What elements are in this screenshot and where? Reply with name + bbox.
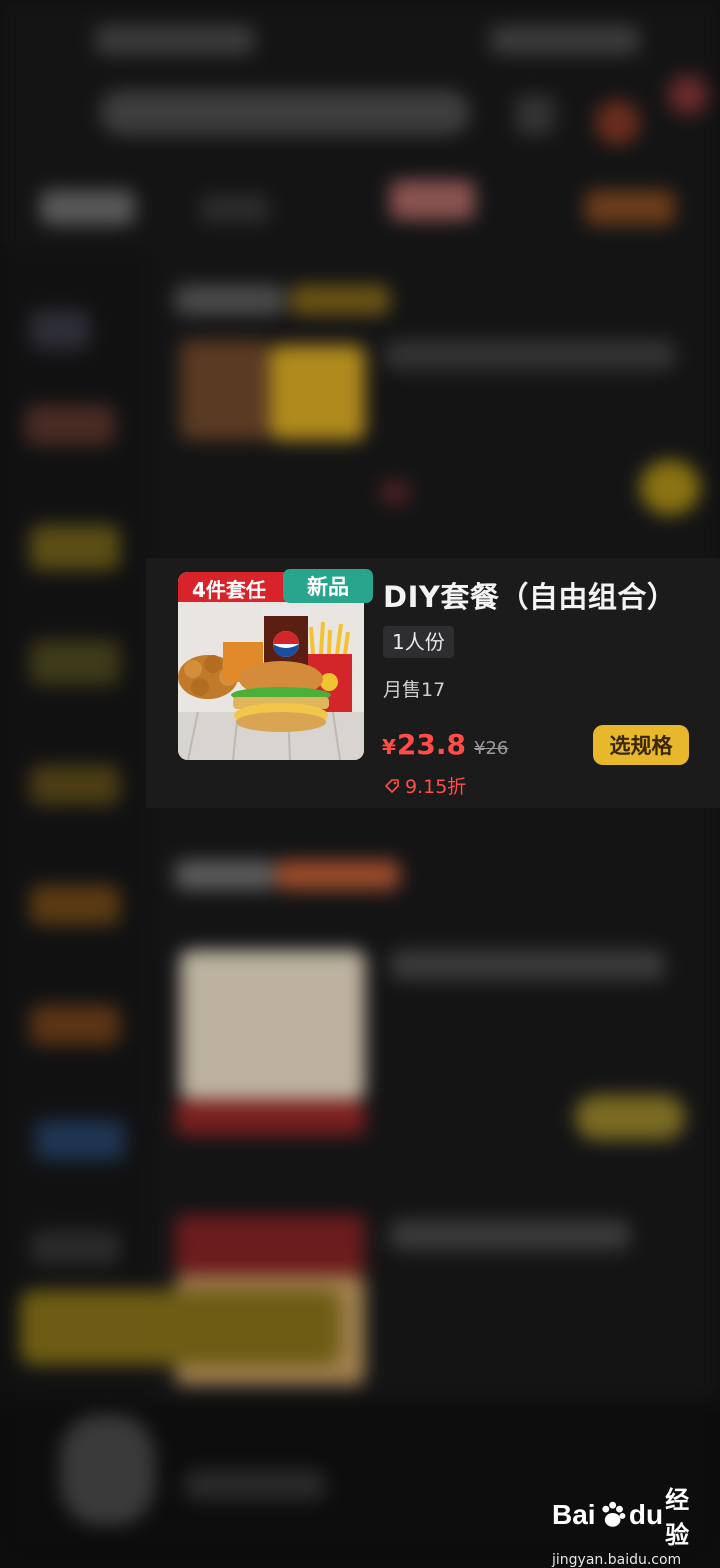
baidu-logo-suffix: du [628, 1499, 664, 1530]
bg-sidebar-item [30, 525, 120, 570]
discount-text: 9.15折 [405, 776, 467, 798]
bg-section-header [175, 860, 275, 890]
bg-add-button [575, 1095, 685, 1140]
bg-header-bar [95, 25, 255, 55]
price-row: ¥ 23.8 ¥26 [382, 728, 508, 761]
bg-sidebar-item [30, 310, 90, 350]
bg-section-header [275, 860, 400, 890]
bg-tab [585, 190, 675, 225]
bg-product-title [390, 1220, 630, 1250]
portion-badge: 1人份 [383, 626, 454, 658]
current-price: 23.8 [396, 728, 467, 761]
bg-sidebar-item [35, 1120, 125, 1160]
bg-product-image [270, 345, 365, 440]
bg-sidebar-item [30, 1230, 120, 1265]
bg-product-image [175, 1215, 365, 1275]
bg-sidebar-item [30, 885, 120, 925]
bg-tab [40, 190, 135, 225]
baidu-watermark: Bai du 经验 jingyan.baidu.com [552, 1480, 712, 1568]
baidu-logo-cn: 经验 [665, 1487, 690, 1549]
bg-search-bar [100, 90, 470, 135]
price-tag-icon [385, 778, 399, 793]
bg-product-title [385, 340, 675, 370]
bg-sidebar-item [25, 405, 115, 445]
bg-product-image [180, 950, 365, 1100]
bg-sidebar-item [30, 1005, 120, 1045]
monthly-sales: 月售17 [383, 679, 446, 701]
watermark-url: jingyan.baidu.com [552, 1552, 682, 1568]
bg-product-image [175, 1100, 365, 1135]
bg-section-header [175, 285, 285, 315]
bg-sidebar-item [30, 640, 120, 685]
bg-tab [200, 195, 270, 223]
bg-cart-icon [60, 1415, 155, 1525]
new-product-badge: 新品 [283, 569, 373, 603]
bg-add-button [640, 460, 700, 515]
bg-header-icon [595, 100, 640, 145]
baidu-logo-text: Bai [552, 1499, 596, 1530]
paw-icon [601, 1501, 625, 1527]
baidu-logo: Bai du 经验 [552, 1480, 712, 1550]
image-banner-text: 4件套任 [192, 578, 266, 602]
bg-coupon-bar [20, 1290, 340, 1365]
bg-product-image [180, 340, 270, 440]
bg-header-bar [490, 25, 640, 55]
original-price: ¥26 [474, 738, 509, 759]
currency-symbol: ¥ [382, 735, 396, 759]
select-spec-button[interactable]: 选规格 [593, 725, 689, 765]
bg-product-price [380, 480, 410, 505]
bg-section-header [290, 285, 390, 315]
bg-product-title [390, 950, 665, 980]
bg-header-icon [668, 75, 708, 115]
product-title[interactable]: DIY套餐（自由组合） [383, 574, 713, 616]
bg-sidebar-item [30, 765, 120, 805]
bg-header-icon [515, 95, 555, 135]
bg-tab [390, 180, 475, 220]
bg-cart-text [185, 1470, 325, 1500]
discount-row: 9.15折 [384, 772, 466, 799]
product-card[interactable]: 4件套任 新品 DIY套餐（自由组合） 1人份 月售17 ¥ 23.8 ¥26 … [146, 558, 720, 808]
